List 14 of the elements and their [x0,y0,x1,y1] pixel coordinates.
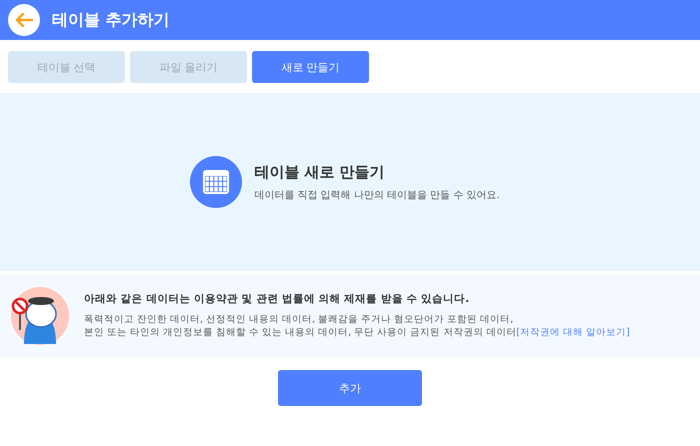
copyright-link[interactable]: [저작권에 대해 알아보기] [516,327,630,338]
mascot-drawing [10,286,70,346]
notice-title: 아래와 같은 데이터는 이용약관 및 관련 법률에 의해 제재를 받을 수 있습니다. [84,292,470,306]
tab[interactable]: 테이블 선택 [8,51,125,83]
page-title: 테이블 추가하기 [52,10,170,30]
tab[interactable]: 파일 올리기 [130,51,247,83]
create-title: 테이블 새로 만들기 [254,162,386,182]
add-button[interactable]: 추가 [278,370,422,406]
back-button[interactable] [8,4,40,36]
tab[interactable]: 새로 만들기 [252,51,369,83]
notice-text: 폭력적이고 잔인한 데이터, 선정적인 내용의 데이터, 불쾌감을 주거나 혐오단어가 포함된 데이터, [84,314,514,326]
create-description: 데이터를 직접 입력해 나만의 테이블을 만들 수 있어요. [254,188,500,202]
notice-text: 본인 또는 타인의 개인정보를 침해할 수 있는 내용의 데이터, 무단 사용이 금지된 저작권의 데이터 [84,327,516,338]
back-arrow-icon [15,13,33,27]
